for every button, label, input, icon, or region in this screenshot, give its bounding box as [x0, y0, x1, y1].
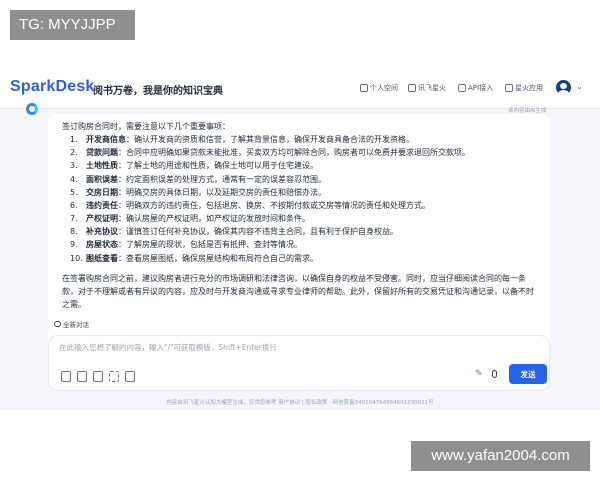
new-chat-button[interactable]: 全新对话 — [54, 319, 89, 329]
list-item: 7. 产权证明：确认房屋的产权证明，如产权证的发放时间和条件。 — [62, 212, 536, 225]
item-text: ：合同中应明确如果贷款未能批准，买卖双方均可解除合同，购房者可以免费并要求退回所… — [118, 148, 470, 158]
answer-list: 1. 开发商信息：确认开发商的资质和信誉，了解其背景信息，确保开发商具备合法的开发… — [62, 133, 536, 265]
item-number: 2. — [70, 148, 78, 158]
item-title: 补充协议 — [86, 227, 118, 237]
spark-icon — [408, 84, 416, 92]
item-title: 违约责任 — [86, 200, 118, 210]
item-text: ：确认开发商的资质和信誉，了解其背景信息，确保开发商具备合法的开发资格。 — [126, 135, 414, 145]
answer-content: 签订购房合同时，需要注意以下几个重要事项： 1. 开发商信息：确认开发商的资质和信… — [62, 120, 536, 311]
app-header: SparkDesk 阅书万卷，我是你的知识宝典 个人空间 讯飞星火 API接入 … — [0, 70, 600, 109]
user-avatar-icon[interactable] — [556, 80, 571, 95]
list-item: 9. 房屋状态：了解房屋的现状，包括是否有抵押、查封等情况。 — [62, 238, 536, 251]
nav-label: API接入 — [468, 84, 494, 92]
list-item: 1. 开发商信息：确认开发商的资质和信誉，了解其背景信息，确保开发商具备合法的开发… — [62, 133, 536, 146]
item-text: ：查看房屋图纸，确保房屋结构和布局符合自己的需求。 — [118, 253, 318, 263]
item-text: ：约定面积误差的处理方式，通常有一定的误差容忍范围。 — [118, 174, 326, 184]
list-item: 4. 面积误差：约定面积误差的处理方式，通常有一定的误差容忍范围。 — [62, 173, 536, 186]
apps-icon — [505, 84, 513, 92]
chat-input-box: ✎ 发送 — [48, 335, 550, 391]
chat-input[interactable] — [59, 343, 529, 352]
nav-spark[interactable]: 讯飞星火 — [408, 83, 446, 93]
person-space-icon — [360, 84, 368, 92]
list-item: 8. 补充协议：谨慎签订任何补充协议，确保其内容不违背主合同，且有利于保护自身权益… — [62, 225, 536, 238]
item-number: 9. — [70, 240, 78, 250]
item-number: 10. — [70, 253, 83, 263]
item-title: 图纸查看 — [86, 253, 118, 263]
image-icon[interactable] — [93, 371, 103, 382]
nav-api[interactable]: API接入 — [458, 83, 493, 93]
clear-icon[interactable]: ✎ — [475, 369, 483, 379]
nav-personal-space[interactable]: 个人空间 — [360, 83, 398, 93]
item-text: ：明确双方的违约责任，包括退房、换房、不按期付款或交房等情况的责任和处理方式。 — [118, 200, 430, 210]
item-title: 开发商信息 — [86, 135, 126, 145]
answer-closing: 在签署购房合同之前，建议购房者进行充分的市场调研和法律咨询，以确保自身的权益不受… — [62, 273, 534, 310]
footer-disclaimer: 内容由讯飞星火认知大模型生成，仅供您参考 用户协议 | 隐私政策 · 网信算备3… — [166, 400, 434, 406]
list-item: 10. 图纸查看：查看房屋图纸，确保房屋结构和布局符合自己的需求。 — [62, 252, 536, 265]
item-number: 7. — [70, 214, 78, 224]
list-item: 5. 交房日期：明确交房的具体日期，以及延期交房的责任和赔偿办法。 — [62, 186, 536, 199]
nav-apps[interactable]: 星火应用 — [505, 83, 543, 93]
spark-bot-icon — [26, 103, 38, 115]
scan-icon[interactable] — [109, 371, 119, 382]
item-text: ：确认房屋的产权证明，如产权证的发放时间和条件。 — [118, 214, 310, 224]
send-button[interactable]: 发送 — [509, 364, 547, 384]
item-title: 房屋状态 — [86, 240, 118, 250]
watermark-top-left: TG: MYYJJPP — [10, 10, 135, 40]
header-slogan: 阅书万卷，我是你的知识宝典 — [93, 86, 223, 97]
list-item: 2. 贷款问题：合同中应明确如果贷款未能批准，买卖双方均可解除合同，购房者可以免费… — [62, 146, 536, 159]
answer-intro: 签订购房合同时，需要注意以下几个重要事项： — [62, 122, 230, 131]
nav-label: 个人空间 — [370, 84, 398, 92]
item-text: ：了解房屋的现状，包括是否有抵押、查封等情况。 — [118, 240, 302, 250]
item-number: 1. — [70, 135, 78, 145]
file-icon[interactable] — [125, 371, 135, 382]
api-icon — [458, 84, 466, 92]
watermark-bottom-right: www.yafan2004.com — [411, 441, 590, 471]
pdf-icon[interactable] — [77, 371, 87, 382]
item-title: 交房日期 — [86, 187, 118, 197]
item-number: 8. — [70, 227, 78, 237]
item-number: 5. — [70, 187, 78, 197]
list-item: 6. 违约责任：明确双方的违约责任，包括退房、换房、不按期付款或交房等情况的责任和… — [62, 199, 536, 212]
list-item: 3. 土地性质：了解土地的用途和性质，确保土地可以用于住宅建设。 — [62, 159, 536, 172]
chat-bubble-icon — [54, 321, 61, 327]
item-text: ：谨慎签订任何补充协议，确保其内容不违背主合同，且有利于保护自身权益。 — [118, 227, 398, 237]
item-number: 6. — [70, 200, 78, 210]
item-title: 产权证明 — [86, 214, 118, 224]
item-title: 面积误差 — [86, 174, 118, 184]
item-number: 4. — [70, 174, 78, 184]
item-text: ：明确交房的具体日期，以及延期交房的责任和赔偿办法。 — [118, 187, 326, 197]
item-title: 土地性质 — [86, 161, 118, 171]
microphone-icon[interactable] — [492, 370, 497, 378]
nav-label: 讯飞星火 — [418, 84, 446, 92]
item-title: 贷款问题 — [86, 148, 118, 158]
new-chat-label: 全新对话 — [63, 321, 89, 329]
item-number: 3. — [70, 161, 78, 171]
sparkdesk-logo[interactable]: SparkDesk — [10, 78, 95, 96]
chevron-down-icon[interactable]: ⌄ — [576, 82, 583, 91]
nav-label: 星火应用 — [515, 84, 543, 92]
ai-generated-note: 该内容由AI生成 — [508, 108, 547, 114]
doc-icon[interactable] — [61, 371, 71, 382]
item-text: ：了解土地的用途和性质，确保土地可以用于住宅建设。 — [118, 161, 318, 171]
sparkdesk-app: SparkDesk 阅书万卷，我是你的知识宝典 个人空间 讯飞星火 API接入 … — [0, 70, 600, 410]
